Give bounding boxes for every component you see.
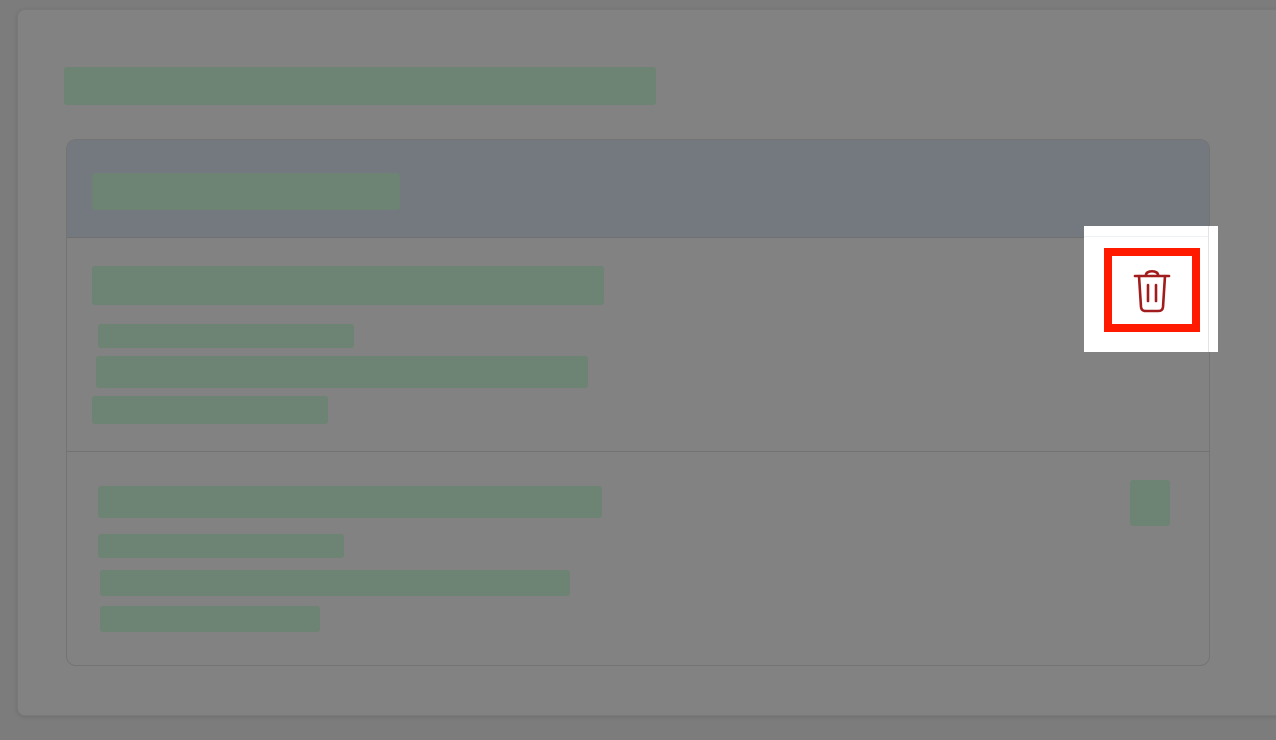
delete-button[interactable] xyxy=(1104,248,1200,332)
page-title-redacted xyxy=(64,67,656,105)
row-2-title-redacted xyxy=(98,486,602,518)
trash-icon xyxy=(1133,269,1171,313)
row-1-title-redacted xyxy=(92,266,604,305)
row-2-line-1-redacted xyxy=(98,534,344,558)
row-1-line-2-redacted xyxy=(96,356,588,388)
row-2-action-redacted[interactable] xyxy=(1130,480,1170,526)
row-1-line-3-redacted xyxy=(92,396,328,424)
row-divider xyxy=(67,451,1209,452)
row-2-line-3-redacted xyxy=(100,606,320,632)
spotlight-card-edge xyxy=(1208,226,1209,352)
row-1-line-1-redacted xyxy=(98,324,354,348)
row-2-line-2-redacted xyxy=(100,570,570,596)
spotlight-header-edge xyxy=(1084,236,1208,237)
page xyxy=(0,0,1276,740)
card-header-title-redacted xyxy=(92,173,400,210)
